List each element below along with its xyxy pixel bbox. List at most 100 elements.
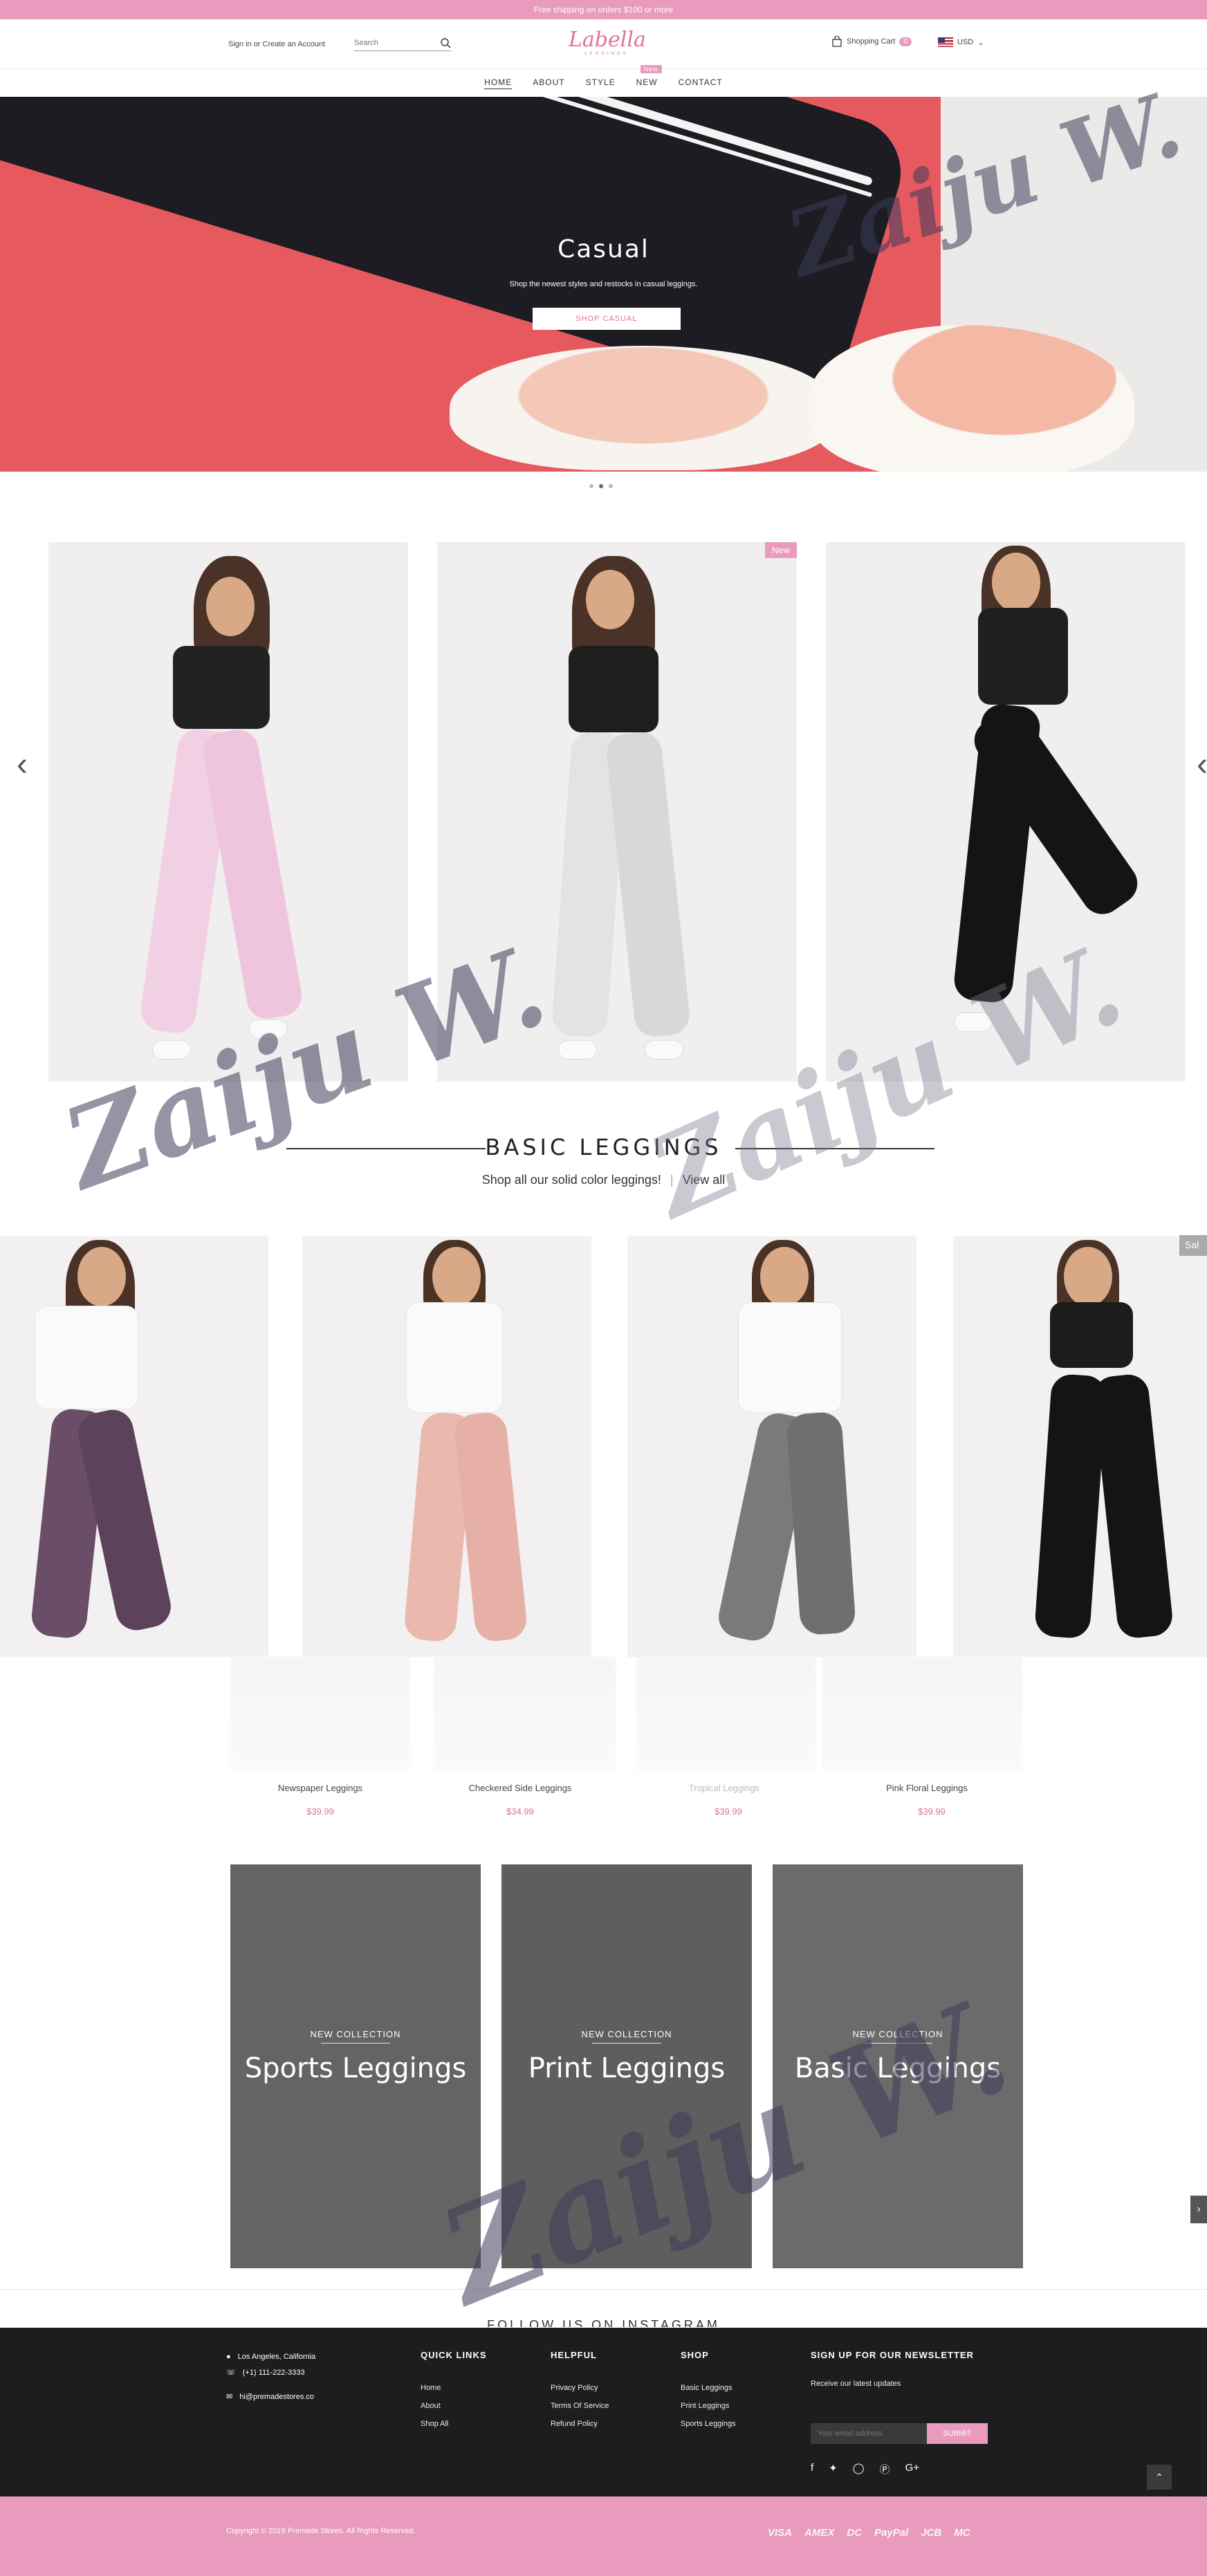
newsletter-submit-button[interactable]: SUBMIT — [927, 2423, 988, 2444]
hero-banner: Casual Shop the newest styles and restoc… — [0, 97, 1207, 472]
collection-title: Basic Leggings — [794, 2053, 1002, 2084]
cart-link[interactable]: Shopping Cart 0 — [831, 36, 912, 47]
back-to-top-button[interactable]: ⌃ — [1147, 2465, 1172, 2490]
footer-link[interactable]: Basic Leggings — [681, 2384, 736, 2392]
slider-dot[interactable] — [589, 484, 593, 488]
collection-eyebrow: NEW COLLECTION — [310, 2029, 401, 2039]
mail-icon: ✉ — [226, 2393, 233, 2401]
product-name[interactable]: Checkered Side Leggings — [430, 1783, 610, 1793]
footer-newsletter: SIGN UP FOR OUR NEWSLETTER Receive our l… — [811, 2350, 991, 2481]
product-thumbnail[interactable] — [230, 1657, 410, 1771]
footer-contact: ● Los Angeles, California ☏ (+1) 111-222-3… — [226, 2353, 315, 2408]
carousel-next-arrow[interactable]: ‹ — [1197, 745, 1207, 784]
footer-link[interactable]: Sports Leggings — [681, 2420, 736, 2428]
product-thumbnail[interactable] — [636, 1657, 816, 1771]
footer-link[interactable]: Terms Of Service — [551, 2402, 609, 2410]
search-icon[interactable] — [440, 37, 451, 48]
site-footer: ● Los Angeles, California ☏ (+1) 111-222-3… — [0, 2328, 1207, 2496]
section-divider — [0, 2289, 1207, 2290]
pinterest-icon[interactable]: Ⓟ — [880, 2462, 890, 2476]
payment-icons: VISA AMEX DC PayPal JCB MC — [768, 2527, 970, 2539]
phone-icon: ☏ — [226, 2369, 236, 2377]
product-image — [437, 542, 797, 1082]
product-card[interactable] — [0, 1236, 268, 1657]
view-all-link[interactable]: View all — [683, 1173, 726, 1187]
collection-card-print[interactable]: NEW COLLECTION Print Leggings — [501, 1864, 752, 2268]
collection-eyebrow: NEW COLLECTION — [581, 2029, 672, 2039]
hero-subtitle: Shop the newest styles and restocks in c… — [509, 280, 698, 288]
main-nav: HOME ABOUT STYLE NEW New CONTACT — [0, 65, 1207, 97]
nav-item-about[interactable]: ABOUT — [533, 77, 564, 89]
signin-link[interactable]: Sign in or Create an Account — [228, 40, 325, 48]
instagram-icon[interactable]: ◯ — [853, 2462, 865, 2476]
hero-title: Casual — [558, 235, 649, 263]
carousel-prev-arrow[interactable]: ‹ — [17, 745, 28, 784]
footer-link[interactable]: Print Leggings — [681, 2402, 736, 2410]
footer-link[interactable]: Refund Policy — [551, 2420, 609, 2428]
shop-casual-button[interactable]: SHOP CASUAL — [533, 308, 681, 330]
collection-card-sports[interactable]: NEW COLLECTION Sports Leggings — [230, 1864, 481, 2268]
featured-product-card[interactable] — [826, 542, 1186, 1082]
product-price: $39.99 — [918, 1806, 946, 1817]
slider-dot[interactable] — [609, 484, 613, 488]
footer-link[interactable]: About — [421, 2402, 487, 2410]
announcement-bar: Free shipping on orders $100 or more — [0, 0, 1207, 19]
product-card[interactable] — [953, 1236, 1207, 1657]
product-image — [627, 1236, 916, 1657]
shopping-bag-icon — [832, 36, 842, 47]
featured-product-card[interactable]: New — [437, 542, 797, 1082]
section-title: BASIC LEGGINGS — [485, 1134, 722, 1160]
footer-link[interactable]: Shop All — [421, 2420, 487, 2428]
google-plus-icon[interactable]: G+ — [905, 2462, 919, 2476]
collection-title: Print Leggings — [528, 2053, 726, 2084]
product-name[interactable]: Tropical Leggings — [634, 1783, 814, 1793]
twitter-icon[interactable]: ✦ — [829, 2462, 838, 2476]
footer-link[interactable]: Home — [421, 2384, 487, 2392]
footer-heading: QUICK LINKS — [421, 2350, 487, 2360]
featured-product-card[interactable] — [48, 542, 408, 1082]
nav-new-label: NEW — [636, 77, 658, 87]
footer-heading: SIGN UP FOR OUR NEWSLETTER — [811, 2350, 974, 2360]
product-price: $39.99 — [306, 1806, 334, 1817]
footer-phone[interactable]: (+1) 111-222-3333 — [243, 2369, 305, 2377]
footer-email[interactable]: hi@premadestores.co — [239, 2393, 314, 2401]
product-name[interactable]: Newspaper Leggings — [230, 1783, 410, 1793]
collection-card-basic[interactable]: NEW COLLECTION Basic Leggings — [773, 1864, 1023, 2268]
product-image — [0, 1236, 268, 1657]
nav-item-contact[interactable]: CONTACT — [679, 77, 723, 89]
footer-heading: HELPFUL — [551, 2350, 597, 2360]
newsletter-email-input[interactable] — [811, 2423, 927, 2444]
nav-item-home[interactable]: HOME — [484, 77, 513, 89]
site-logo[interactable]: Labella LEGGINGS — [569, 28, 646, 56]
product-price: $39.99 — [715, 1806, 742, 1817]
product-image — [826, 542, 1186, 1082]
facebook-icon[interactable]: f — [811, 2462, 813, 2476]
product-card[interactable] — [627, 1236, 916, 1657]
footer-helpful: HELPFUL Privacy Policy Terms Of Service … — [551, 2350, 609, 2438]
nav-item-new[interactable]: NEW New — [636, 65, 662, 89]
slider-dot[interactable] — [599, 484, 603, 488]
collection-divider — [321, 2043, 390, 2044]
footer-quick-links: QUICK LINKS Home About Shop All — [421, 2350, 487, 2438]
currency-selector[interactable]: USD ⌄ — [938, 37, 984, 47]
product-price: $34.99 — [506, 1806, 534, 1817]
nav-item-style[interactable]: STYLE — [586, 77, 616, 89]
instagram-title: FOLLOW US ON INSTAGRAM — [487, 2318, 720, 2327]
mastercard-icon: MC — [954, 2527, 970, 2539]
product-name[interactable]: Pink Floral Leggings — [837, 1783, 1017, 1793]
product-image — [953, 1236, 1207, 1657]
side-scroll-button[interactable]: › — [1190, 2196, 1207, 2223]
visa-icon: VISA — [768, 2527, 793, 2539]
search-box[interactable] — [354, 36, 451, 51]
logo-subtext: LEGGINGS — [584, 52, 629, 56]
product-card[interactable] — [302, 1236, 591, 1657]
product-thumbnail[interactable] — [434, 1657, 616, 1771]
footer-address: Los Angeles, California — [237, 2353, 316, 2361]
currency-label: USD — [957, 38, 974, 46]
newsletter-text: Receive our latest updates — [811, 2380, 901, 2388]
hero-shoe-image — [450, 346, 837, 470]
product-thumbnail[interactable] — [822, 1657, 1022, 1771]
search-input[interactable] — [354, 36, 430, 50]
footer-link[interactable]: Privacy Policy — [551, 2384, 609, 2392]
footer-heading: SHOP — [681, 2350, 709, 2360]
